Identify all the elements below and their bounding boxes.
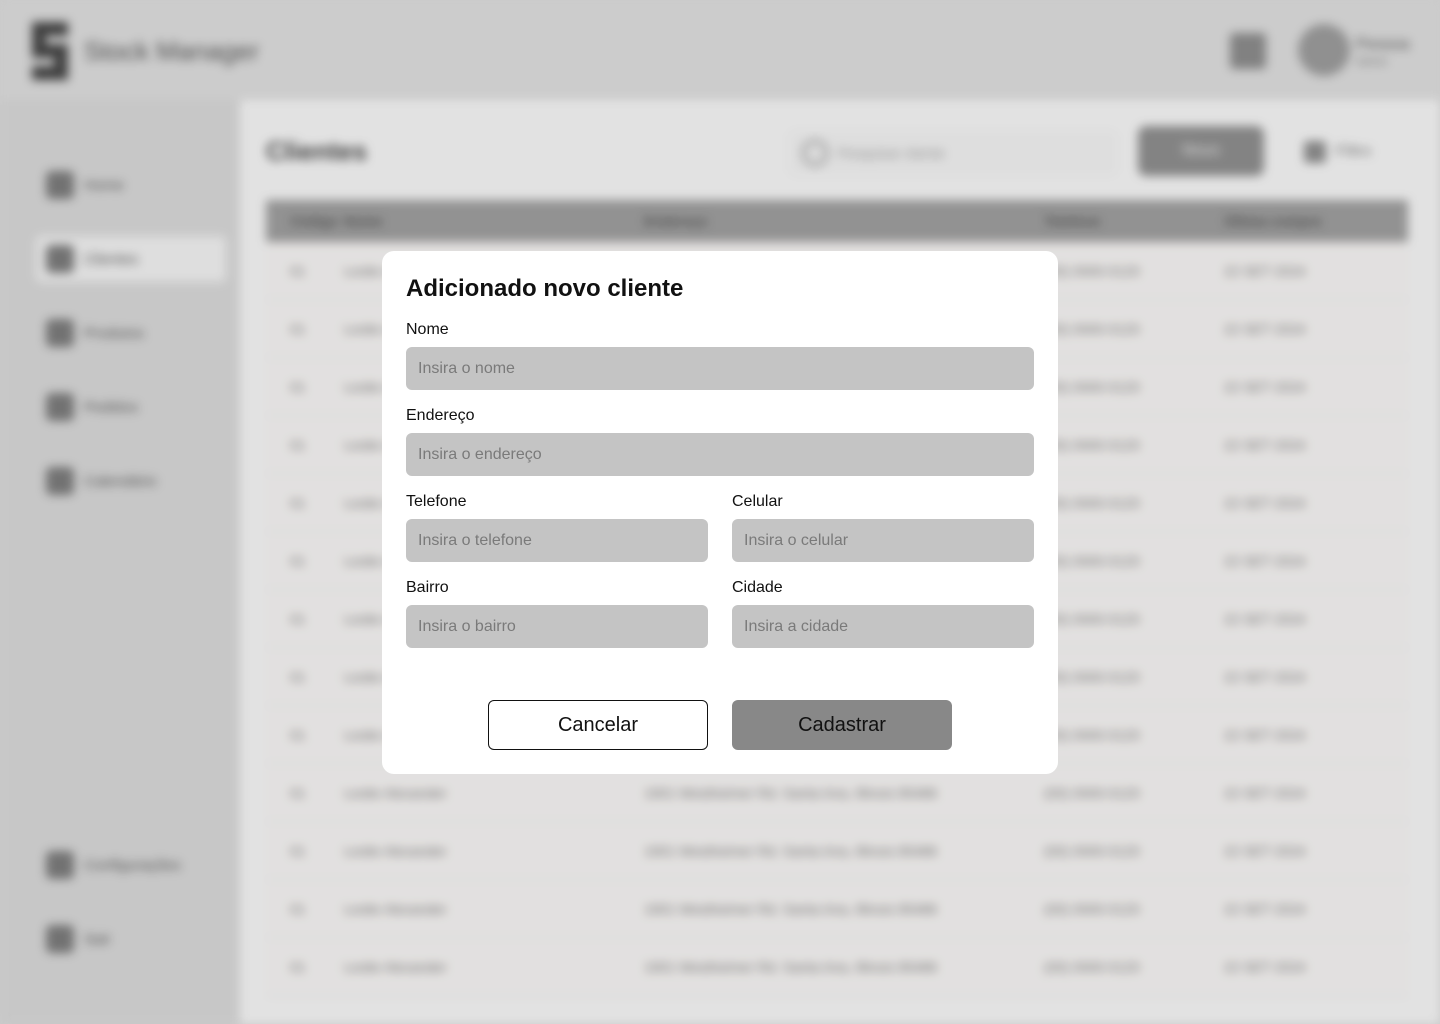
cidade-field[interactable]: [732, 605, 1034, 648]
submit-button[interactable]: Cadastrar: [732, 700, 952, 750]
telefone-field[interactable]: [406, 519, 708, 562]
modal-backdrop[interactable]: Adicionado novo cliente Nome Endereço Te…: [0, 0, 1440, 1024]
nome-field[interactable]: [406, 347, 1034, 390]
nome-label: Nome: [406, 321, 449, 338]
dialog-title: Adicionado novo cliente: [406, 275, 684, 302]
celular-label: Celular: [732, 493, 783, 510]
endereco-label: Endereço: [406, 407, 475, 424]
celular-field[interactable]: [732, 519, 1034, 562]
add-client-dialog: Adicionado novo cliente Nome Endereço Te…: [382, 251, 1058, 774]
bairro-label: Bairro: [406, 579, 449, 596]
cidade-label: Cidade: [732, 579, 783, 596]
cancel-button[interactable]: Cancelar: [488, 700, 708, 750]
endereco-field[interactable]: [406, 433, 1034, 476]
bairro-field[interactable]: [406, 605, 708, 648]
telefone-label: Telefone: [406, 493, 467, 510]
